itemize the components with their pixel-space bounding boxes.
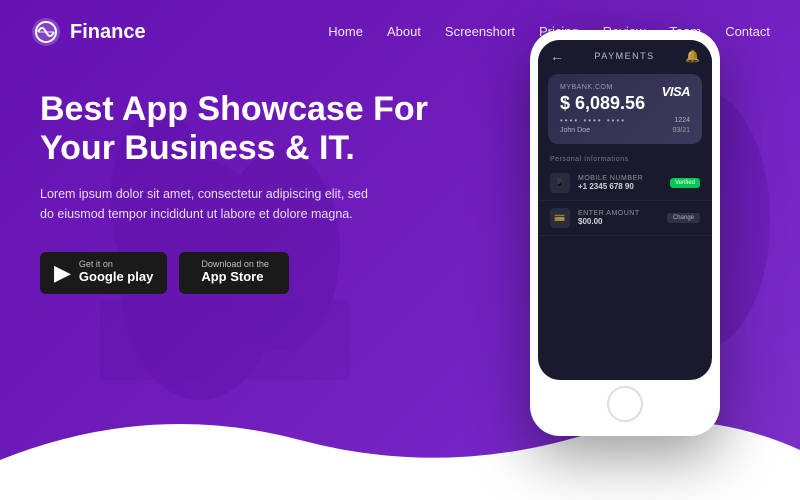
nav-about[interactable]: About	[387, 24, 421, 39]
hero-content: Best App Showcase For Your Business & IT…	[40, 90, 440, 294]
phone-card-dots: •••• •••• ••••	[560, 116, 690, 125]
phone-verified-badge: Verified	[670, 178, 700, 188]
google-play-icon: ▶	[54, 262, 71, 284]
phone-home-button[interactable]	[607, 386, 643, 422]
hero-section: Finance Home About Screenshort Pricing R…	[0, 0, 800, 500]
store-buttons: ▶ Get it on Google play Download on the …	[40, 252, 440, 294]
phone-card-number: 1224	[674, 117, 690, 124]
phone-amount-info: ENTER AMOUNT $00.00	[578, 210, 659, 226]
logo-icon	[30, 16, 62, 48]
phone-mobile-info: MOBILE NUMBER +1 2345 678 90	[578, 175, 662, 191]
phone-title: PAYMENTS	[594, 51, 654, 61]
hero-title: Best App Showcase For Your Business & IT…	[40, 90, 440, 168]
logo[interactable]: Finance	[30, 16, 146, 48]
phone-card-brand: VISA	[662, 84, 690, 99]
phone-screen: ← PAYMENTS 🔔 myBank.com $ 6,089.56 •••• …	[538, 40, 712, 380]
phone-mobile-icon: 📱	[550, 173, 570, 193]
app-store-pre: Download on the	[201, 260, 269, 269]
app-store-text: Download on the App Store	[201, 260, 269, 286]
google-play-label: Google play	[79, 269, 153, 286]
phone-topbar: ← PAYMENTS 🔔	[538, 40, 712, 68]
phone-section-label: Personal Informations	[538, 150, 712, 166]
phone-card-name: John Doe	[560, 127, 690, 134]
nav-screenshot[interactable]: Screenshort	[445, 24, 515, 39]
app-store-button[interactable]: Download on the App Store	[179, 252, 289, 294]
google-play-pre: Get it on	[79, 260, 113, 269]
phone-card-expiry: 03/21	[672, 127, 690, 134]
hero-subtitle: Lorem ipsum dolor sit amet, consectetur …	[40, 184, 380, 224]
nav-contact[interactable]: Contact	[725, 24, 770, 39]
phone-outer: ← PAYMENTS 🔔 myBank.com $ 6,089.56 •••• …	[530, 30, 720, 436]
phone-change-action[interactable]: Change	[667, 213, 700, 223]
google-play-button[interactable]: ▶ Get it on Google play	[40, 252, 167, 294]
phone-mockup: ← PAYMENTS 🔔 myBank.com $ 6,089.56 •••• …	[530, 30, 720, 436]
phone-row-amount: 💳 ENTER AMOUNT $00.00 Change	[538, 201, 712, 236]
phone-amount-icon: 💳	[550, 208, 570, 228]
phone-card: myBank.com $ 6,089.56 •••• •••• •••• Joh…	[548, 74, 702, 144]
brand-name: Finance	[70, 21, 146, 44]
google-play-text: Get it on Google play	[79, 260, 153, 286]
phone-mobile-label: MOBILE NUMBER	[578, 175, 662, 182]
phone-bell-icon: 🔔	[685, 49, 700, 63]
phone-amount-value: $00.00	[578, 217, 659, 226]
phone-mobile-value: +1 2345 678 90	[578, 182, 662, 191]
app-store-label: App Store	[201, 269, 263, 286]
phone-row-mobile: 📱 MOBILE NUMBER +1 2345 678 90 Verified	[538, 166, 712, 201]
phone-back-icon: ←	[550, 48, 564, 64]
nav-home[interactable]: Home	[328, 24, 363, 39]
phone-amount-label: ENTER AMOUNT	[578, 210, 659, 217]
